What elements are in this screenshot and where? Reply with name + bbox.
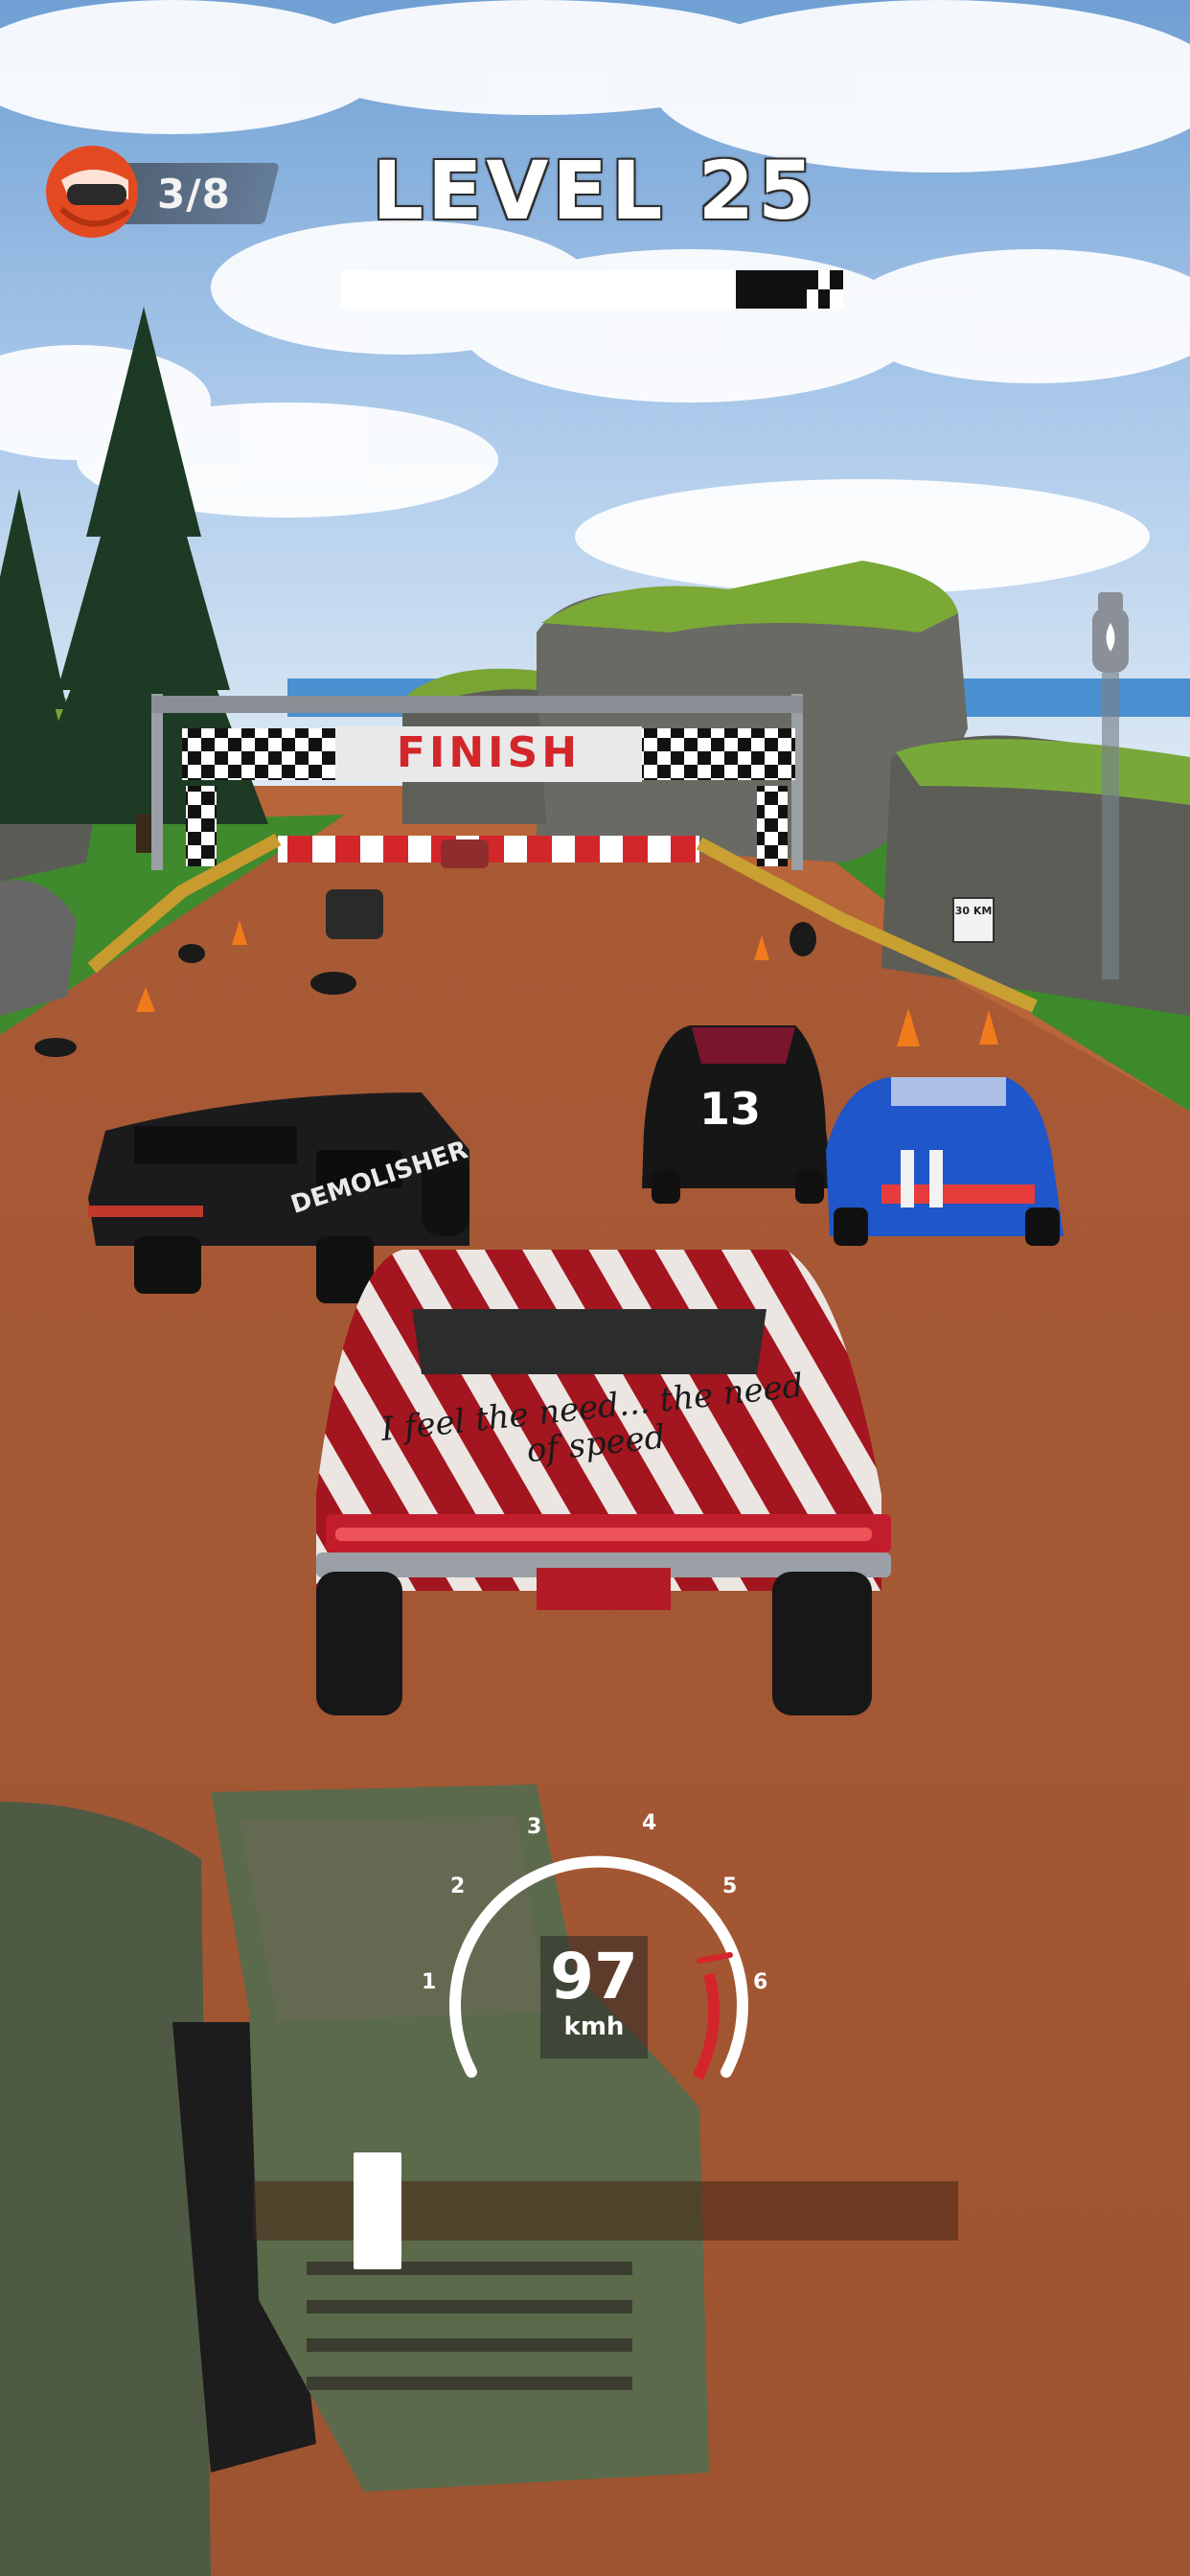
tick-4: 4 — [642, 1811, 657, 1835]
speed-limit-sign: 30 KM — [952, 897, 995, 943]
level-progress-bar — [341, 270, 843, 309]
steering-slider-handle[interactable] — [354, 2152, 401, 2269]
speedometer: 1 2 3 4 5 6 97 kmh — [422, 1811, 776, 2099]
level-progress-fill — [341, 270, 713, 309]
finish-banner-text: FINISH — [396, 728, 582, 777]
steering-slider[interactable] — [253, 2152, 958, 2269]
car-number: 13 — [699, 1083, 762, 1135]
tick-6: 6 — [753, 1970, 768, 1994]
speed-readout: 97 kmh — [540, 1936, 648, 2058]
nitro-gauge — [1092, 592, 1129, 979]
speedometer-needle — [697, 1952, 733, 1964]
speed-unit: kmh — [563, 2012, 625, 2041]
checkered-flag-icon — [736, 270, 843, 309]
tick-2: 2 — [450, 1874, 466, 1898]
tick-3: 3 — [527, 1815, 542, 1839]
speed-value: 97 — [550, 1940, 638, 2013]
speed-limit-sign-text: 30 KM — [954, 905, 993, 917]
tick-5: 5 — [722, 1874, 738, 1898]
tick-1: 1 — [422, 1970, 437, 1994]
opponent-car-blue — [826, 1077, 1064, 1246]
level-title: LEVEL 25 — [372, 144, 818, 238]
